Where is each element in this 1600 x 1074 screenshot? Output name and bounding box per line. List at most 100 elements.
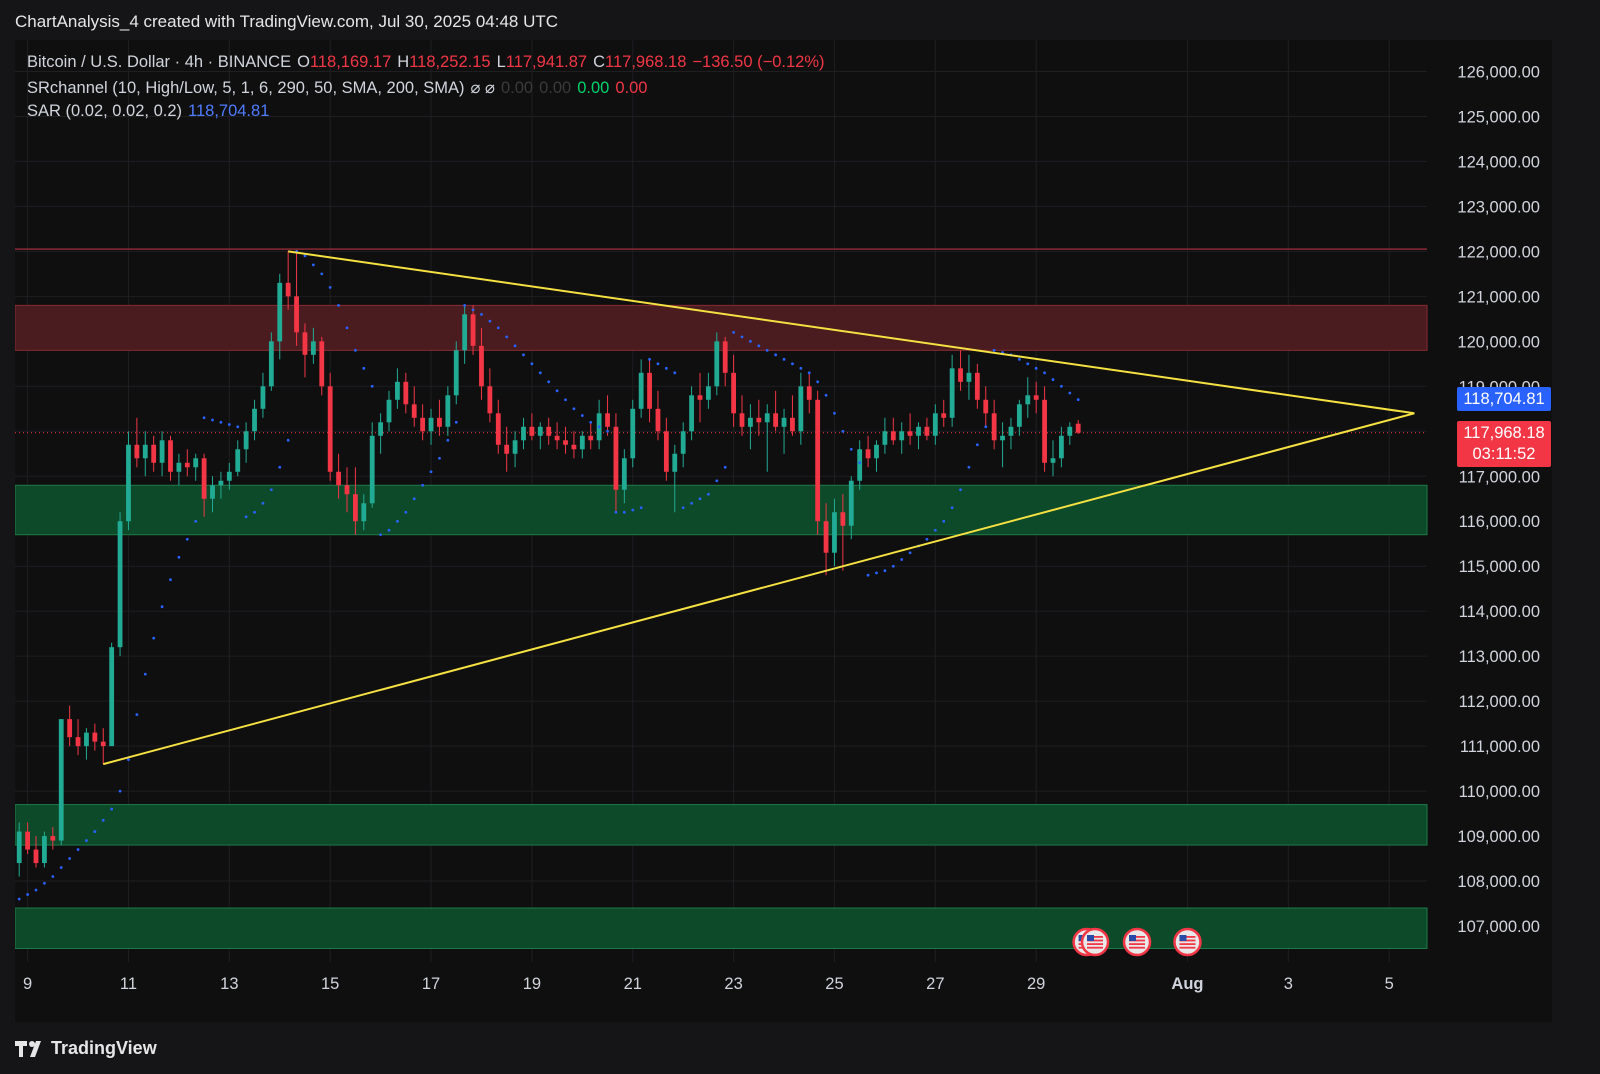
candle-body <box>344 485 350 495</box>
candle-up <box>1000 422 1005 468</box>
price-axis-label: 117,000.00 <box>1459 468 1540 486</box>
sar-dot <box>471 308 475 312</box>
candle-down <box>739 395 745 436</box>
candle-body <box>571 444 577 450</box>
sar-dot <box>723 465 727 469</box>
legend-sar[interactable]: SAR (0.02, 0.02, 0.2) 118,704.81 <box>27 102 275 121</box>
sar-dot <box>169 578 172 582</box>
time-axis-label: 5 <box>1385 975 1394 993</box>
sar-dot <box>505 335 509 339</box>
candle-up <box>453 341 459 405</box>
sar-dot <box>1076 398 1080 401</box>
sar-dot <box>202 416 206 420</box>
sar-dot <box>782 357 786 361</box>
candle-up <box>596 399 602 450</box>
candle-down <box>67 705 73 747</box>
sar-dot <box>244 515 248 519</box>
candle-up <box>714 332 720 396</box>
candle-up <box>126 431 131 531</box>
sr-value-1: 0.00 <box>500 79 534 97</box>
legend-open: 118,169.17 <box>309 53 392 71</box>
legend-change: −136.50 (−0.12%) <box>692 53 825 71</box>
candle-body <box>411 404 417 418</box>
srchannel-label: SRchannel (10, High/Low, 5, 1, 6, 290, 5… <box>27 79 465 97</box>
candle-down <box>790 395 795 436</box>
sar-dot <box>513 344 517 348</box>
candle-body <box>949 368 955 418</box>
candle-body <box>33 849 39 864</box>
support-zone <box>15 907 1428 950</box>
candle-up <box>58 719 64 846</box>
candle-body <box>184 462 190 468</box>
candle-body <box>680 431 686 454</box>
candle-body <box>277 282 283 342</box>
candle-up <box>748 404 753 450</box>
candle-down <box>437 399 442 436</box>
candle-up <box>638 359 644 418</box>
candle-down <box>991 399 997 450</box>
candle-body <box>218 480 224 486</box>
candle-down <box>663 417 669 481</box>
sar-dot <box>438 456 441 460</box>
sar-label: SAR (0.02, 0.02, 0.2) <box>27 102 183 120</box>
sar-dot <box>1017 357 1021 361</box>
candle-down <box>815 390 821 535</box>
price-axis-label: 124,000.00 <box>1457 153 1540 171</box>
candle-up <box>1016 399 1022 436</box>
sar-dot <box>396 519 399 523</box>
sar-value: 118,704.81 <box>188 102 270 120</box>
candle-down <box>588 422 594 450</box>
candle-body <box>495 413 501 445</box>
chart-canvas[interactable]: 126,000.00 125,000.00 124,000.00 123,000.00… <box>15 40 1552 1022</box>
sar-dot <box>656 362 660 366</box>
candle-body <box>697 395 703 400</box>
candle-body <box>916 426 921 436</box>
sr-value-4: 0.00 <box>615 79 648 97</box>
candle-body <box>579 435 585 450</box>
candle-body <box>1050 458 1056 463</box>
chart-frame[interactable]: 126,000.00 125,000.00 124,000.00 123,000.00… <box>15 40 1552 1022</box>
sar-dot <box>891 564 895 568</box>
sar-dot <box>429 470 433 474</box>
flag-stripe <box>1087 943 1104 945</box>
candle-up <box>252 399 257 441</box>
candle-body <box>537 426 543 436</box>
flag-circle <box>1080 927 1110 957</box>
sar-dot <box>387 528 391 532</box>
candle-body <box>605 413 610 427</box>
candle-body <box>832 512 837 553</box>
ascending-trendline <box>102 412 1415 766</box>
candle-up <box>949 354 955 427</box>
candle-up <box>689 386 694 441</box>
tradingview-logo[interactable]: TradingView <box>15 1038 157 1059</box>
candle-down <box>983 386 989 427</box>
legend-srchannel[interactable]: SRchannel (10, High/Low, 5, 1, 6, 290, 5… <box>27 78 653 98</box>
legend-ohlc: Bitcoin / U.S. Dollar · 4h · BINANCE O118… <box>27 53 831 72</box>
price-axis-label: 108,000.00 <box>1457 873 1540 891</box>
last-price: 117,968.18 <box>1463 424 1545 442</box>
candle-body <box>546 426 552 436</box>
sar-dot <box>1034 366 1038 370</box>
candle-body <box>1000 435 1005 441</box>
legend-symbol[interactable]: Bitcoin / U.S. Dollar · 4h · BINANCE <box>27 53 291 71</box>
candle-up <box>680 422 686 468</box>
candle-down <box>495 399 501 454</box>
flag-canton <box>1087 935 1095 941</box>
price-axis-label: 125,000.00 <box>1457 108 1540 126</box>
sar-dot <box>353 348 357 352</box>
candle-down <box>1075 419 1081 434</box>
sar-dot <box>992 348 996 352</box>
time-axis-label: 21 <box>624 975 642 993</box>
sar-dot <box>328 285 332 289</box>
time-axis-label: 15 <box>321 975 339 993</box>
sar-dot <box>908 551 912 555</box>
price-axis-label: 112,000.00 <box>1459 693 1540 711</box>
sar-dot <box>152 636 156 640</box>
candle-up <box>521 417 526 450</box>
visibility-icon[interactable]: ⌀ ⌀ <box>471 79 495 97</box>
candle-body <box>840 512 846 526</box>
candle-up <box>386 390 392 432</box>
candle-body <box>1025 395 1031 405</box>
candle-up <box>378 413 384 454</box>
candle-body <box>991 413 997 441</box>
